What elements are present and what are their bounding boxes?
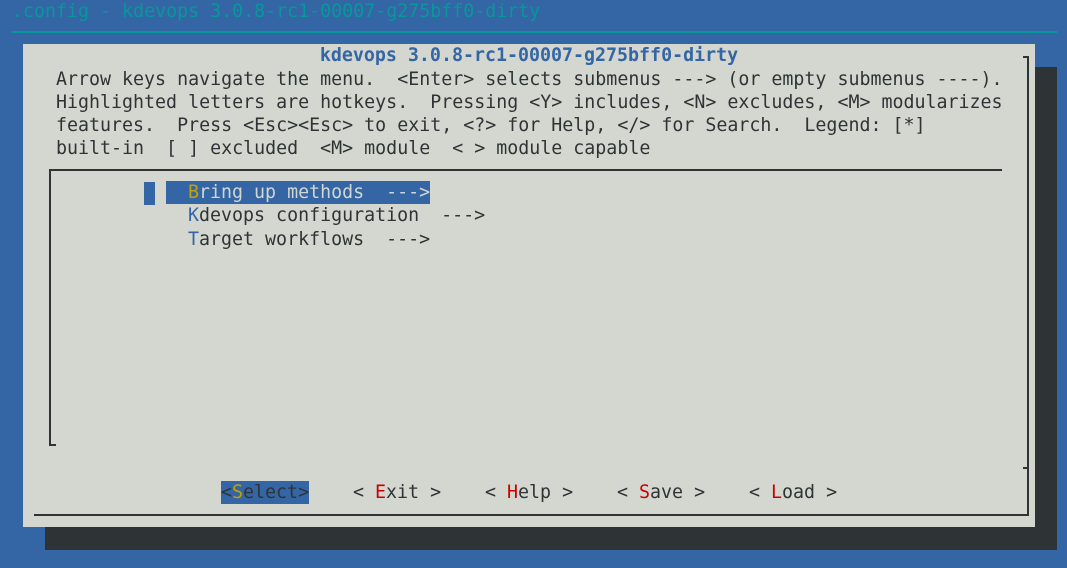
exit-button[interactable]: < Exit >: [353, 481, 441, 504]
menu-item-bring-up-methods[interactable]: Bring up methods --->: [166, 181, 431, 204]
help-line: Highlighted letters are hotkeys. Pressin…: [56, 92, 1003, 113]
menu-item-target-workflows[interactable]: Target workflows --->: [188, 228, 430, 251]
help-line: Arrow keys navigate the menu. <Enter> se…: [56, 69, 1003, 90]
window-title: .config - kdevops 3.0.8-rc1-00007-g275bf…: [12, 1, 541, 22]
menu-cursor: [144, 182, 155, 205]
dialog-border-right: [1027, 56, 1029, 516]
help-line: built-in [ ] excluded <M> module < > mod…: [56, 138, 651, 159]
select-button[interactable]: <Select>: [221, 481, 310, 504]
menu-item-label: devops configuration --->: [199, 205, 486, 226]
menu-item-label: arget workflows --->: [199, 229, 431, 250]
menu-item-kdevops-configuration[interactable]: Kdevops configuration --->: [188, 204, 485, 227]
title-divider: [12, 31, 1057, 33]
menu-item-label: ring up methods --->: [199, 182, 431, 203]
help-button[interactable]: < Help >: [485, 481, 573, 504]
load-button[interactable]: < Load >: [749, 481, 837, 504]
hotkey: T: [188, 229, 200, 250]
save-button[interactable]: < Save >: [617, 481, 705, 504]
border-tick: [1023, 467, 1029, 469]
dialog-title: kdevops 3.0.8-rc1-00007-g275bff0-dirty: [319, 45, 739, 66]
dialog-border-bottom: [34, 514, 1029, 516]
hotkey: B: [188, 182, 200, 203]
menu-box-bottom: [49, 444, 56, 446]
menu-box-top: [49, 169, 1002, 171]
menuconfig-dialog: kdevops 3.0.8-rc1-00007-g275bff0-dirty A…: [23, 44, 1035, 527]
help-line: features. Press <Esc><Esc> to exit, <?> …: [56, 115, 926, 136]
border-corner: [1023, 56, 1029, 58]
hotkey: K: [188, 205, 200, 226]
menu-box-left: [49, 169, 51, 446]
